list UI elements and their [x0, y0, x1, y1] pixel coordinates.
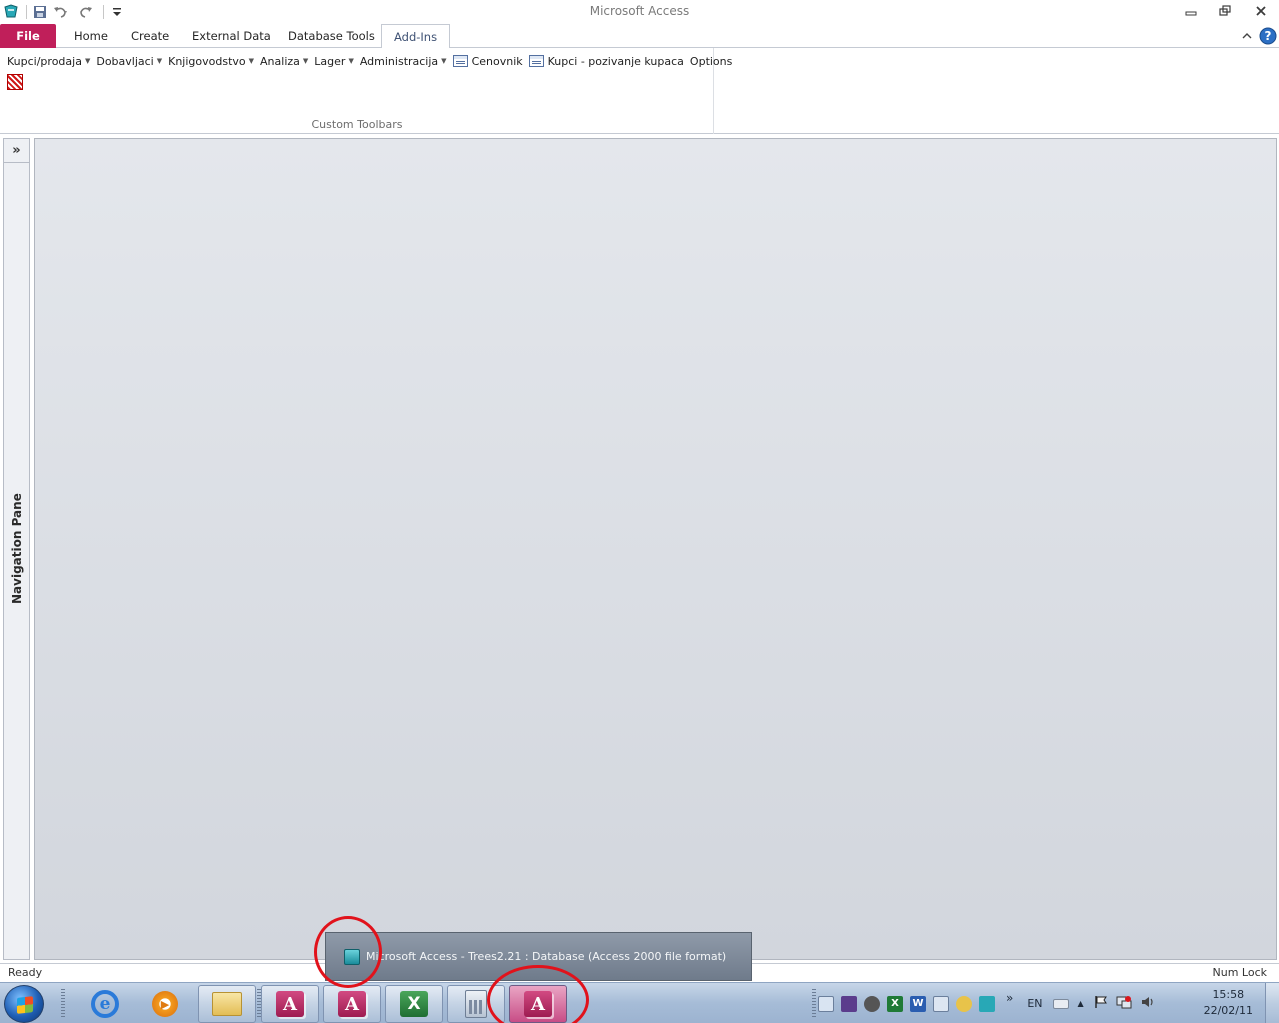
taskbar-gripper — [61, 989, 65, 1019]
dropdown-arrow-icon: ▼ — [302, 57, 309, 65]
notepad-icon[interactable] — [818, 995, 834, 1012]
clock-time: 15:58 — [1212, 988, 1245, 1001]
menu-label: Kupci/prodaja — [7, 54, 82, 68]
minimize-icon[interactable] — [1174, 0, 1208, 22]
options-button[interactable]: Options — [687, 53, 735, 69]
menu-dobavljaci[interactable]: Dobavljaci ▼ — [93, 53, 165, 69]
menu-label: Administracija — [359, 54, 439, 68]
cenovnik-button[interactable]: Cenovnik — [450, 53, 526, 69]
access-icon[interactable]: A — [323, 985, 381, 1023]
keyboard-icon[interactable] — [1052, 998, 1069, 1009]
menu-administracija[interactable]: Administracija ▼ — [357, 53, 450, 69]
clock-date: 22/02/11 — [1203, 1004, 1253, 1017]
ribbon: Kupci/prodaja ▼ Dobavljaci ▼ Knjigovodstvo… — [0, 48, 1279, 134]
volume-icon[interactable] — [1140, 995, 1156, 1012]
close-icon[interactable] — [1244, 0, 1278, 22]
menu-label: Knjigovodstvo — [168, 54, 246, 68]
menu-lager[interactable]: Lager ▼ — [311, 53, 357, 69]
button-label: Kupci - pozivanje kupaca — [547, 54, 684, 68]
title-bar: Microsoft Access — [0, 0, 1279, 24]
access-icon[interactable]: A — [261, 985, 319, 1023]
explorer-folder-icon[interactable] — [198, 985, 256, 1023]
dropdown-arrow-icon: ▼ — [156, 57, 163, 65]
menu-knjigovodstvo[interactable]: Knjigovodstvo ▼ — [165, 53, 257, 69]
tray-overflow-button[interactable]: » — [1006, 991, 1013, 1005]
network-icon[interactable] — [1116, 995, 1132, 1012]
action-center-flag-icon[interactable] — [1094, 995, 1108, 1012]
tab-file[interactable]: File — [0, 24, 56, 48]
books-icon[interactable] — [841, 995, 857, 1012]
document-icon[interactable] — [933, 995, 949, 1012]
word-icon[interactable]: W — [910, 995, 926, 1012]
paint-icon[interactable] — [956, 995, 972, 1012]
button-label: Cenovnik — [471, 54, 523, 68]
form-icon — [452, 55, 468, 67]
toolbar-button-icon[interactable] — [7, 74, 23, 90]
tab-add-ins[interactable]: Add-Ins — [381, 24, 451, 49]
work-area: » Navigation Pane — [0, 135, 1279, 963]
navigation-pane[interactable]: » Navigation Pane — [3, 138, 30, 960]
custom-toolbars-group: Kupci/prodaja ▼ Dobavljaci ▼ Knjigovodstvo… — [0, 48, 732, 134]
taskbar: e ▶ A A X A X W » EN ▲ 15:58 22/02/11 — [0, 982, 1279, 1023]
ribbon-group-label: Custom Toolbars — [311, 118, 403, 131]
custom-toolbar-menu-bar: Kupci/prodaja ▼ Dobavljaci ▼ Knjigovodstvo… — [4, 53, 735, 69]
menu-analiza[interactable]: Analiza ▼ — [257, 53, 311, 69]
tab-home[interactable]: Home — [62, 24, 120, 48]
nav-pane-expand-button[interactable]: » — [4, 139, 29, 163]
windows-start-icon[interactable] — [4, 985, 44, 1023]
access-icon[interactable]: A — [509, 985, 567, 1023]
nav-pane-label[interactable]: Navigation Pane — [10, 493, 24, 604]
restore-icon[interactable] — [1208, 0, 1242, 22]
dropdown-arrow-icon: ▼ — [348, 57, 354, 65]
excel-icon[interactable]: X — [385, 985, 443, 1023]
app-icon — [344, 948, 360, 965]
ribbon-tabs: File Home Create External Data Database … — [0, 24, 1279, 49]
menu-kupci-prodaja[interactable]: Kupci/prodaja ▼ — [4, 53, 93, 69]
dropdown-arrow-icon: ▼ — [248, 57, 255, 65]
excel-icon[interactable]: X — [887, 995, 903, 1012]
dropdown-arrow-icon: ▼ — [441, 57, 447, 65]
button-label: Options — [689, 54, 733, 68]
settings-icon[interactable] — [864, 995, 880, 1012]
taskbar-gripper — [812, 989, 816, 1019]
taskbar-thumbnail-popup[interactable]: Microsoft Access - Trees2.21 : Database … — [325, 932, 752, 981]
calculator-icon[interactable] — [447, 985, 505, 1023]
status-text: Ready — [8, 966, 43, 979]
tab-database-tools[interactable]: Database Tools — [276, 24, 387, 48]
menu-label: Analiza — [260, 54, 300, 68]
menu-label: Lager — [314, 54, 346, 68]
tab-external-data[interactable]: External Data — [180, 24, 283, 48]
show-desktop-button[interactable] — [1265, 983, 1279, 1023]
thumbnail-title: Microsoft Access - Trees2.21 : Database … — [366, 950, 727, 963]
help-icon[interactable]: ? — [1257, 25, 1279, 47]
kupci-pozivanje-button[interactable]: Kupci - pozivanje kupaca — [526, 53, 687, 69]
ribbon-collapse-icon[interactable] — [1237, 26, 1257, 46]
menu-label: Dobavljaci — [96, 54, 154, 68]
window-title: Microsoft Access — [589, 4, 690, 18]
system-tray: X W » EN ▲ — [818, 983, 1156, 1023]
internet-explorer-icon[interactable]: e — [76, 985, 134, 1023]
tab-create[interactable]: Create — [119, 24, 181, 48]
form-icon — [528, 55, 544, 67]
dropdown-arrow-icon: ▼ — [84, 57, 91, 65]
access-tray-icon[interactable] — [979, 995, 995, 1012]
media-player-icon[interactable]: ▶ — [136, 985, 194, 1023]
language-indicator[interactable]: EN — [1027, 997, 1042, 1010]
svg-text:?: ? — [1265, 29, 1272, 43]
clock[interactable]: 15:58 22/02/11 — [1204, 987, 1253, 1019]
show-hidden-icons-icon[interactable]: ▲ — [1078, 999, 1084, 1008]
num-lock-indicator: Num Lock — [1212, 966, 1268, 979]
document-area — [34, 138, 1277, 960]
ribbon-tabs-right: ? — [1237, 24, 1279, 48]
